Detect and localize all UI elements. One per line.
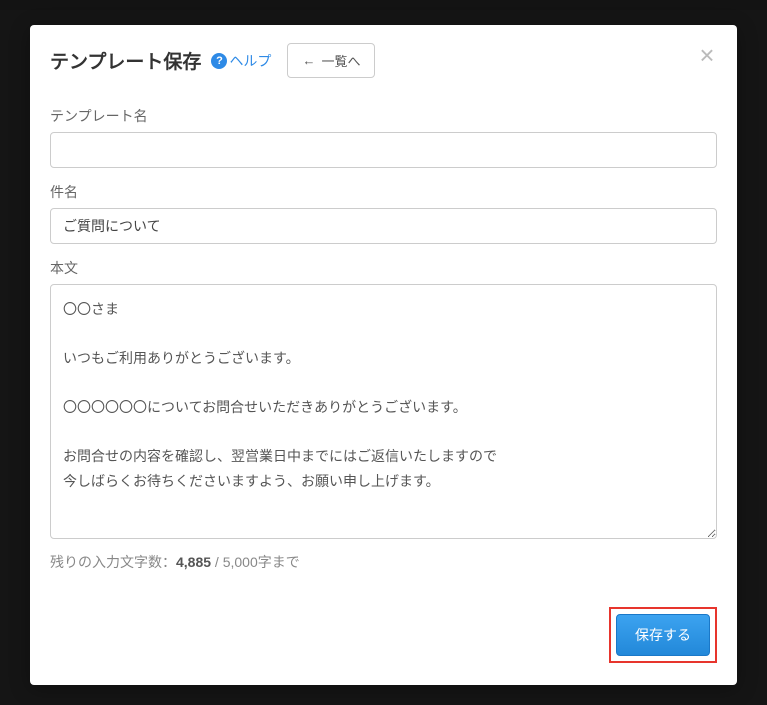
subject-label: 件名 [50, 182, 717, 202]
modal-header: テンプレート保存 ? ヘルプ ← 一覧へ × [30, 25, 737, 88]
back-button-label: 一覧へ [321, 51, 360, 70]
close-icon: × [699, 40, 714, 70]
subject-group: 件名 [50, 182, 717, 244]
char-count-separator: / [211, 554, 223, 570]
close-button[interactable]: × [695, 43, 719, 67]
subject-input[interactable] [50, 208, 717, 244]
char-count-limit: 5,000字まで [223, 554, 300, 570]
modal-footer: 保存する [30, 593, 737, 685]
char-count: 残りの入力文字数：4,885 / 5,000字まで [50, 552, 717, 572]
char-count-prefix: 残りの入力文字数： [50, 554, 176, 570]
template-name-group: テンプレート名 [50, 106, 717, 168]
template-name-label: テンプレート名 [50, 106, 717, 126]
template-save-modal: テンプレート保存 ? ヘルプ ← 一覧へ × テンプレート名 件名 本文 残りの… [30, 25, 737, 685]
body-textarea[interactable] [50, 284, 717, 539]
body-group: 本文 残りの入力文字数：4,885 / 5,000字まで [50, 258, 717, 572]
back-to-list-button[interactable]: ← 一覧へ [287, 43, 375, 78]
template-name-input[interactable] [50, 132, 717, 168]
save-button-highlight: 保存する [609, 607, 717, 663]
help-link[interactable]: ? ヘルプ [211, 51, 271, 71]
char-count-current: 4,885 [176, 554, 211, 570]
modal-title: テンプレート保存 [50, 47, 201, 74]
modal-body: テンプレート名 件名 本文 残りの入力文字数：4,885 / 5,000字まで [30, 88, 737, 593]
body-label: 本文 [50, 258, 717, 278]
help-icon: ? [211, 53, 227, 69]
help-label: ヘルプ [229, 51, 271, 71]
save-button[interactable]: 保存する [616, 614, 710, 656]
arrow-left-icon: ← [302, 53, 315, 68]
